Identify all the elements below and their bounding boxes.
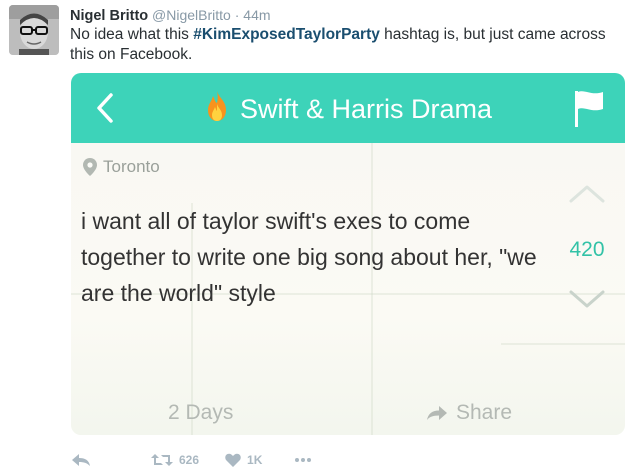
author-handle[interactable]: @NigelBritto [152,7,231,23]
share-label: Share [456,401,513,424]
upvote-icon[interactable] [567,181,607,205]
vote-score: 420 [569,238,605,261]
like-count: 1K [247,453,263,467]
header-title: Swift & Harris Drama [239,94,493,124]
avatar[interactable] [9,5,59,55]
post-age: 2 Days [168,401,234,424]
reply-icon [72,454,90,466]
card-header: Swift & Harris Drama [71,73,625,143]
post-text: i want all of taylor swift's exes to com… [81,208,537,306]
location: Toronto [83,157,160,177]
flag-icon[interactable] [571,87,607,129]
heart-icon [225,453,241,467]
hashtag-link[interactable]: #KimExposedTaylorParty [193,26,380,43]
header-title-wrap: Swift & Harris Drama [71,90,625,127]
share-arrow-icon [427,406,447,420]
more-button[interactable] [294,457,312,463]
downvote-icon[interactable] [567,288,607,312]
tweet-text-before: No idea what this [70,26,194,43]
more-icon [295,458,312,462]
location-label: Toronto [103,157,160,176]
like-button[interactable]: 1K [225,453,262,467]
retweet-button[interactable]: 626 [151,453,199,467]
retweet-icon [151,454,173,466]
fire-icon [207,91,226,121]
retweet-count: 626 [179,453,200,467]
time-separator: · [234,7,240,23]
tweet-header: Nigel Britto @NigelBritto · 44m [70,6,271,25]
share-button[interactable]: Share [426,401,512,425]
avatar-image [9,5,59,55]
tweet-time[interactable]: 44m [243,7,270,23]
card-footer: 2 Days Share [71,401,625,435]
pin-icon [83,158,97,176]
author-name[interactable]: Nigel Britto [70,8,148,24]
tweet-text: No idea what this #KimExposedTaylorParty… [70,25,630,65]
embedded-image-card[interactable]: Swift & Harris Drama Toronto i want all … [71,73,625,435]
tweet-actions: 626 1K [71,450,312,470]
vote-control: 420 [559,181,615,317]
reply-button[interactable] [71,453,91,467]
